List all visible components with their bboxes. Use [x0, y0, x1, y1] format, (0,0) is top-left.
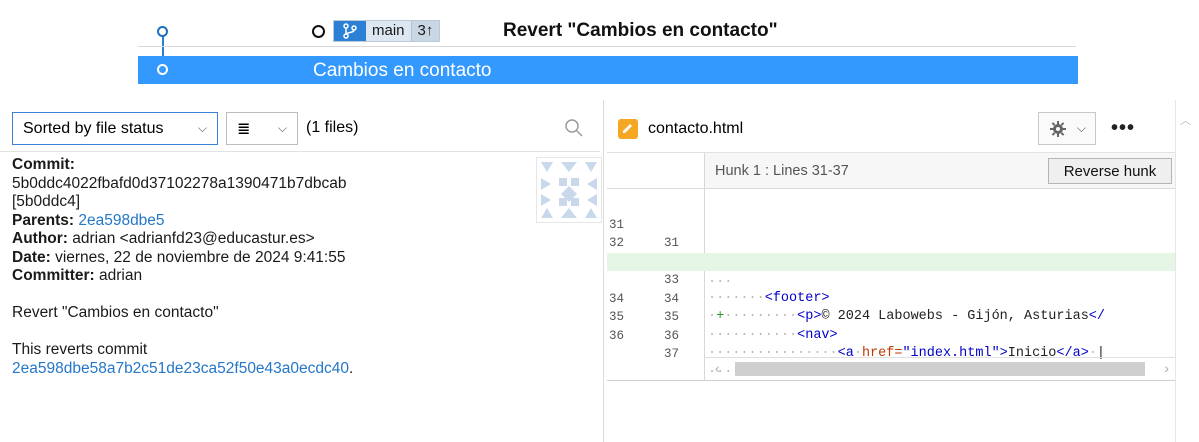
short-hash: [5b0ddc4]: [12, 193, 81, 210]
hunk-title: Hunk 1 : Lines 31-37: [715, 163, 849, 179]
sort-dropdown[interactable]: Sorted by file status ⌵: [12, 112, 218, 145]
commit-label: Commit:: [12, 156, 75, 173]
parents-label: Parents:: [12, 211, 75, 229]
scroll-right-icon[interactable]: ›: [1164, 360, 1169, 376]
right-toolbar: contacto.html ⌵ •••: [604, 106, 1199, 152]
vertical-scrollbar[interactable]: [1175, 100, 1176, 442]
commit-title: Revert "Cambios en contacto": [503, 20, 778, 41]
gear-icon: [1050, 120, 1066, 137]
view-mode-dropdown[interactable]: ≣ ⌵: [226, 112, 298, 145]
chevron-down-icon: ⌵: [197, 121, 207, 135]
reverse-hunk-button[interactable]: Reverse hunk: [1048, 158, 1172, 184]
list-view-icon: ≣: [237, 120, 251, 138]
date-value: viernes, 22 de noviembre de 2024 9:41:55: [55, 248, 346, 266]
code-tag: <nav>: [797, 327, 838, 343]
commit-row-selected[interactable]: Cambios en contacto: [138, 56, 1078, 84]
left-toolbar: Sorted by file status ⌵ ≣ ⌵ (1 files): [0, 106, 600, 152]
committer-value: adrian: [98, 267, 143, 284]
scroll-left-icon[interactable]: ‹: [715, 360, 720, 376]
reverted-commit-link[interactable]: 2ea598dbe58a7b2c51de23ca52f50e43a0ecdc40: [12, 360, 349, 377]
scroll-up-icon[interactable]: ︿: [1180, 112, 1191, 128]
branch-icon: [334, 21, 366, 41]
reverted-suffix: .: [349, 359, 354, 377]
committer-label: Committer:: [12, 267, 95, 284]
diff-line-added: 34 ·+·········<p>© 2024 Labowebs - Gijón…: [607, 252, 1175, 324]
diff-line: 35 36 ················<a·href="index.htm…: [609, 310, 1106, 361]
commit-row-head[interactable]: main 3↑ Revert "Cambios en contacto": [138, 19, 1076, 47]
more-options-button[interactable]: •••: [1111, 117, 1135, 140]
settings-dropdown[interactable]: ⌵: [1038, 112, 1096, 145]
old-line-number: 36: [609, 328, 625, 343]
commit-title: Cambios en contacto: [313, 60, 492, 81]
diff-line: 36 37 ···········</nav>: [607, 308, 1175, 380]
branch-name: main: [366, 21, 411, 41]
author-value: adrian <adrianfd23@educastur.es>: [72, 230, 315, 247]
diff-line: 34 35 ···········<nav>: [609, 291, 838, 343]
new-line-number: 36: [663, 328, 679, 343]
new-line-number: 37: [663, 347, 679, 361]
commit-node: [157, 26, 168, 37]
chevron-down-icon: ⌵: [277, 121, 287, 135]
modified-file-icon: [618, 119, 638, 139]
scroll-thumb[interactable]: [735, 362, 1145, 376]
ahead-count: 3↑: [410, 21, 440, 41]
date-label: Date:: [12, 248, 51, 266]
diff-view: Hunk 1 : Lines 31-37 Reverse hunk 31 31 …: [607, 152, 1175, 381]
author-label: Author:: [12, 230, 68, 247]
commit-details: Commit: 5b0ddc4022fbafd0d37102278a139047…: [12, 156, 532, 378]
commit-graph: main 3↑ Revert "Cambios en contacto" Cam…: [0, 0, 1199, 90]
message-body: This reverts commit: [12, 341, 148, 358]
avatar: [536, 157, 602, 223]
diff-lines: 31 31 ... 32 32 ... 33 33 ·······<footer…: [607, 197, 1175, 380]
horizontal-scrollbar[interactable]: ‹ ›: [705, 357, 1175, 379]
file-name: contacto.html: [648, 120, 744, 137]
files-count: (1 files): [306, 119, 359, 136]
diff-line: 33 33 ·······<footer>: [607, 234, 1175, 306]
branch-badge[interactable]: main 3↑: [333, 20, 441, 42]
head-indicator-icon: [312, 25, 325, 38]
commit-hash: 5b0ddc4022fbafd0d37102278a1390471b7dbcab: [12, 174, 347, 192]
commit-node: [157, 64, 168, 75]
gutter-hunk-header: [607, 153, 705, 189]
sort-label: Sorted by file status: [23, 119, 164, 137]
search-icon[interactable]: [564, 118, 584, 138]
hunk-header: Hunk 1 : Lines 31-37 Reverse hunk: [705, 153, 1175, 189]
diff-line: 31 31 ...: [607, 197, 1175, 269]
diff-line: 32 32 ...: [607, 216, 1175, 287]
chevron-down-icon: ⌵: [1076, 121, 1086, 135]
message-title: Revert "Cambios en contacto": [12, 304, 219, 321]
parent-link[interactable]: 2ea598dbe5: [78, 212, 164, 229]
